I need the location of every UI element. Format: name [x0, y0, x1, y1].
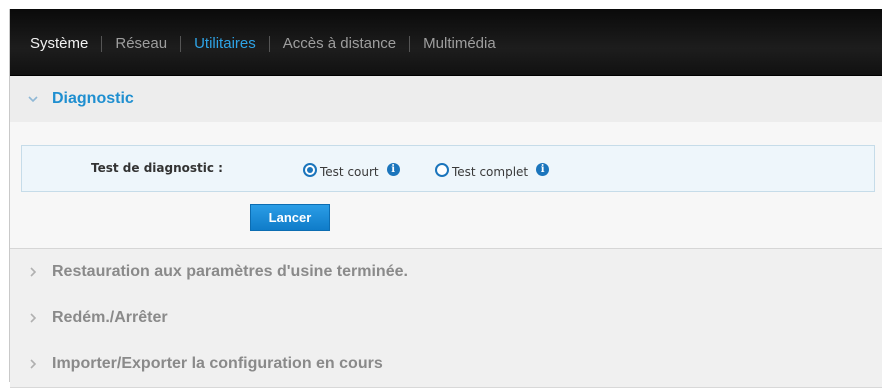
nav-separator — [268, 35, 270, 52]
section-header-import-export[interactable]: Importer/Exporter la configuration en co… — [10, 341, 882, 388]
radio-unselected-icon[interactable] — [435, 162, 449, 177]
section-title-diagnostic: Diagnostic — [52, 90, 134, 107]
section-title-restore: Restauration aux paramètres d'usine term… — [52, 263, 408, 280]
chevron-right-icon — [30, 267, 37, 277]
diagnostic-form-row: Test de diagnostic : Test court i Test c… — [21, 145, 875, 192]
diagnostic-field-label: Test de diagnostic : — [91, 161, 223, 175]
chevron-right-icon — [30, 313, 37, 323]
section-header-restore[interactable]: Restauration aux paramètres d'usine term… — [10, 249, 882, 296]
section-title-import-export: Importer/Exporter la configuration en co… — [52, 355, 383, 372]
app-frame: Système Réseau Utilitaires Accès à dista… — [9, 9, 882, 388]
nav-separator — [101, 35, 103, 52]
section-body-diagnostic: Test de diagnostic : Test court i Test c… — [10, 122, 882, 249]
nav-tab-acces-distance[interactable]: Accès à distance — [283, 35, 396, 52]
nav-tab-utilitaires[interactable]: Utilitaires — [194, 35, 256, 52]
section-header-reboot[interactable]: Redém./Arrêter — [10, 295, 882, 342]
radio-option-test-court[interactable]: Test court i — [303, 160, 400, 179]
radio-label-test-court: Test court — [320, 165, 379, 179]
info-icon[interactable]: i — [536, 163, 550, 176]
nav-tab-multimedia[interactable]: Multimédia — [423, 35, 496, 52]
radio-label-test-complet: Test complet — [452, 165, 529, 179]
info-icon[interactable]: i — [386, 163, 400, 176]
top-nav-bar: Système Réseau Utilitaires Accès à dista… — [10, 9, 882, 76]
nav-tab-reseau[interactable]: Réseau — [115, 35, 167, 52]
radio-option-test-complet[interactable]: Test complet i — [435, 160, 550, 179]
nav-separator — [180, 35, 182, 52]
top-nav-items: Système Réseau Utilitaires Accès à dista… — [30, 35, 496, 52]
launch-button[interactable]: Lancer — [250, 204, 330, 231]
chevron-down-icon — [28, 96, 38, 103]
chevron-right-icon — [30, 359, 37, 369]
nav-tab-systeme[interactable]: Système — [30, 35, 88, 52]
nav-separator — [409, 35, 411, 52]
radio-selected-icon[interactable] — [303, 162, 317, 177]
section-title-reboot: Redém./Arrêter — [52, 309, 168, 326]
section-header-diagnostic[interactable]: Diagnostic — [10, 76, 882, 123]
